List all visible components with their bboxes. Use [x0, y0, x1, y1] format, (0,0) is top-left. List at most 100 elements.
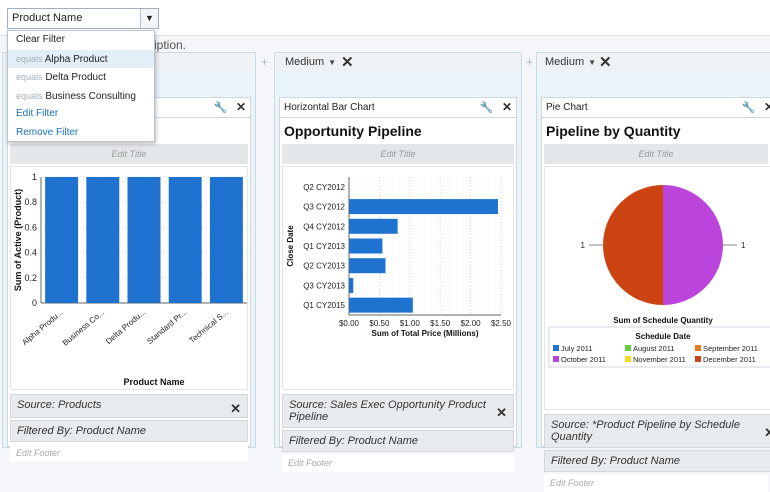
dashboard-column-2: Medium ▼ ✕ Horizontal Bar Chart 🔧 ✕ Oppor… [274, 52, 522, 472]
x-tick-label: Alpha Produ... [20, 308, 65, 347]
menu-item-clear-filter[interactable]: Clear Filter [8, 31, 154, 50]
bar [349, 297, 413, 313]
caret-down-icon: ▼ [588, 58, 597, 67]
close-icon[interactable]: ✕ [502, 100, 512, 114]
x-tick-label: $0.50 [369, 319, 390, 328]
edit-footer-field[interactable]: Edit Footer [544, 474, 768, 492]
legend-swatch [625, 345, 631, 351]
edit-title-field[interactable]: Edit Title [10, 144, 248, 164]
column-header: Medium ▼ ✕ [275, 53, 521, 71]
chart-type-label: Horizontal Bar Chart [284, 102, 375, 113]
pie-slice [663, 185, 723, 305]
y-tick-label: 0.4 [24, 248, 37, 258]
x-tick-label: $2.00 [461, 319, 482, 328]
wrench-icon[interactable]: 🔧 [480, 102, 494, 114]
wrench-icon[interactable]: 🔧 [214, 102, 228, 114]
source-row: Source: *Product Pipeline by Schedule Qu… [544, 414, 770, 448]
bar [209, 177, 243, 303]
chart-title: Opportunity Pipeline [284, 123, 422, 139]
y-tick-label: 1 [32, 172, 37, 182]
edit-footer-field[interactable]: Edit Footer [10, 444, 248, 462]
close-icon[interactable]: ✕ [764, 100, 770, 114]
close-icon[interactable]: ✕ [236, 100, 246, 114]
menu-item-option[interactable]: equals Business Consulting [8, 87, 154, 106]
x-tick-label: $1.50 [430, 319, 451, 328]
source-row: Source: Sales Exec Opportunity Product P… [282, 394, 514, 428]
remove-source-icon[interactable]: ✕ [230, 401, 241, 417]
y-axis-title: Sum of Active (Product) [13, 189, 23, 291]
y-tick-label: Q1 CY2013 [303, 242, 345, 251]
close-column-icon[interactable]: ✕ [341, 53, 354, 71]
chart-title: Pipeline by Quantity [546, 123, 681, 139]
menu-item-remove-filter[interactable]: Remove Filter [8, 124, 154, 143]
edit-footer-field[interactable]: Edit Footer [282, 454, 514, 472]
edit-title-field[interactable]: Edit Title [282, 144, 514, 164]
remove-source-icon[interactable]: ✕ [764, 425, 770, 441]
bar [349, 277, 354, 293]
menu-item-option[interactable]: equals Delta Product [8, 68, 154, 87]
column-size-select[interactable]: Medium ▼ [545, 56, 596, 68]
legend-swatch [695, 356, 701, 362]
source-text: Source: Sales Exec Opportunity Product P… [289, 399, 486, 423]
component-panel-3: Pie Chart 🔧 ✕ Pipeline by Quantity Edit … [541, 97, 770, 492]
legend-label: September 2011 [703, 344, 758, 353]
bar [127, 177, 161, 303]
bar [349, 218, 398, 234]
y-tick-label: Q2 CY2012 [303, 183, 345, 192]
chart-subtitle: Sum of Schedule Quantity [613, 316, 713, 325]
x-tick-label: $1.00 [400, 319, 421, 328]
x-axis-title: Sum of Total Price (Millions) [372, 329, 479, 338]
dropdown-arrow-icon[interactable]: ▼ [140, 9, 158, 28]
close-column-icon[interactable]: ✕ [599, 53, 612, 71]
y-tick-label: 0.2 [24, 273, 37, 283]
bar [349, 199, 498, 215]
y-tick-label: Q3 CY2013 [303, 281, 345, 290]
vertical-bar-chart: 0 0.2 0.4 0.6 0.8 1 Alpha Produ...Business Co.… [13, 172, 247, 387]
horizontal-bar-chart: $0.00 $0.50 $1.00 $1.50 $2.00 $2.50 Q2 CY2012 Q… [286, 177, 512, 338]
add-column-icon[interactable]: + [526, 55, 533, 69]
chart-area: 0 0.2 0.4 0.6 0.8 1 Alpha Produ... Business Co.… [10, 166, 248, 390]
component-panel-1: 🔧 ✕ Edit Title 0 0.2 0.4 0.6 0.8 1 Alpha Produ… [7, 97, 251, 462]
filter-select[interactable]: Product Name ▼ [7, 8, 159, 29]
remove-source-icon[interactable]: ✕ [496, 405, 507, 421]
column-header: Medium ▼ ✕ [537, 53, 770, 71]
data-label: 1 [581, 241, 586, 250]
x-tick-label: Business Co... [61, 308, 106, 348]
component-panel-2: Horizontal Bar Chart 🔧 ✕ Opportunity Pip… [279, 97, 517, 472]
legend-label: July 2011 [561, 344, 593, 353]
y-tick-label: Q3 CY2012 [303, 203, 345, 212]
legend-label: November 2011 [633, 355, 686, 364]
source-row: Source: Products ✕ [10, 394, 248, 418]
pie-slice [603, 185, 663, 305]
legend-label: August 2011 [633, 344, 675, 353]
source-text: Source: Products [17, 399, 102, 411]
filtered-text: Filtered By: Product Name [17, 425, 146, 437]
bar [349, 238, 383, 254]
x-tick-label: $2.50 [491, 319, 512, 328]
menu-item-edit-filter[interactable]: Edit Filter [8, 105, 154, 124]
x-tick-label: Technical S... [188, 308, 230, 345]
x-tick-label: Standard Pr... [145, 308, 188, 346]
filtered-row: Filtered By: Product Name [282, 430, 514, 452]
filter-dropdown-menu: Clear Filter equals Alpha Product equals… [7, 30, 155, 142]
data-label: 1 [741, 241, 746, 250]
x-tick-label: Delta Produ... [104, 308, 147, 346]
caret-down-icon: ▼ [328, 58, 337, 67]
column-size-select[interactable]: Medium ▼ [285, 56, 336, 68]
bar [349, 258, 386, 274]
add-column-icon[interactable]: + [261, 55, 268, 69]
menu-item-option[interactable]: equals Alpha Product [8, 49, 154, 68]
y-axis-title: Close Date [286, 225, 295, 267]
y-tick-label: Q4 CY2012 [303, 222, 345, 231]
legend-swatch [625, 356, 631, 362]
y-tick-label: Q1 CY2015 [303, 301, 345, 310]
wrench-icon[interactable]: 🔧 [742, 102, 756, 114]
chart-type-label: Pie Chart [546, 102, 588, 113]
y-tick-label: Q2 CY2013 [303, 262, 345, 271]
filtered-text: Filtered By: Product Name [551, 455, 680, 467]
filtered-row: Filtered By: Product Name [10, 420, 248, 442]
bar [45, 177, 79, 303]
edit-title-field[interactable]: Edit Title [544, 144, 768, 164]
legend-label: December 2011 [703, 355, 756, 364]
legend-label: October 2011 [561, 355, 606, 364]
